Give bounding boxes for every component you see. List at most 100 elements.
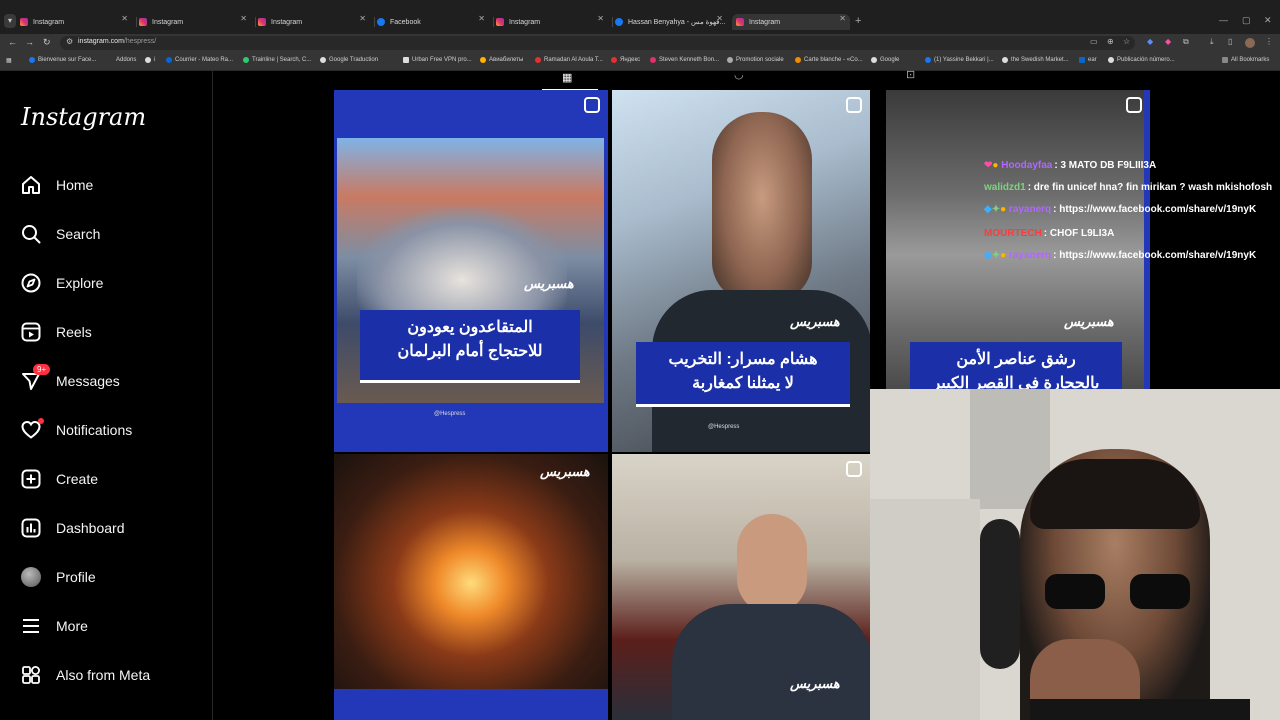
tab-title: Instagram: [152, 18, 184, 26]
bookmark-item[interactable]: Courrier - Mateo Ra...: [166, 57, 233, 63]
close-tab-icon[interactable]: ✕: [121, 14, 128, 23]
reel-icon: [584, 97, 600, 113]
bookmark-item[interactable]: Steven Kenneth Bon...: [650, 57, 719, 63]
bookmark-item[interactable]: the Swedish Market...: [1002, 57, 1069, 63]
nav-dashboard[interactable]: Dashboard: [20, 516, 125, 540]
post-tile[interactable]: هسبريس رشق عناصر الأمن بالحجارة في القصر…: [886, 90, 1150, 390]
tab-reels-icon[interactable]: ◡: [734, 68, 744, 81]
heart-icon: [20, 418, 44, 441]
minimize-icon[interactable]: —: [1219, 15, 1228, 25]
browser-tab[interactable]: Instagram ✕: [258, 14, 370, 30]
nav-home[interactable]: Home: [20, 173, 93, 197]
avatar[interactable]: [1245, 38, 1255, 48]
tab-posts[interactable]: ▦: [542, 71, 598, 90]
bookmark-item[interactable]: (1) Yassine Bekkari |...: [925, 57, 994, 63]
browser-tab[interactable]: Hassan Benyahya - قهوة مس... ✕: [615, 14, 727, 30]
nav-create[interactable]: Create: [20, 467, 98, 491]
facebook-icon: [377, 18, 385, 26]
nav-search[interactable]: Search: [20, 222, 100, 246]
nav-profile[interactable]: Profile: [20, 565, 96, 589]
nav-reels[interactable]: Reels: [20, 320, 92, 344]
tab-tagged-icon[interactable]: ⊡: [906, 68, 915, 81]
browser-tab[interactable]: Instagram ✕: [496, 14, 608, 30]
post-tile[interactable]: هسبريس المتقاعدون يعودون للاحتجاج أمام ا…: [334, 90, 608, 452]
hespress-watermark: هسبريس: [524, 276, 574, 291]
forward-icon[interactable]: →: [25, 37, 34, 47]
post-handle: @Hespress: [708, 424, 740, 430]
bookmark-item[interactable]: Urban Free VPN pro...: [403, 57, 472, 63]
url-text[interactable]: instagram.com/hespress/: [78, 38, 156, 45]
instagram-icon: [20, 18, 28, 26]
side-panel-icon[interactable]: ▯: [1228, 37, 1232, 46]
browser-tab-active[interactable]: Instagram ✕: [732, 14, 850, 30]
post-tile[interactable]: هسبريس هشام مسرار: التخريب لا يمثلنا كمغ…: [612, 90, 870, 452]
close-tab-icon[interactable]: ✕: [359, 14, 366, 23]
back-icon[interactable]: ←: [8, 37, 17, 47]
download-icon[interactable]: ⤓: [1210, 37, 1214, 47]
reel-icon: [846, 97, 862, 113]
messages-badge: 9+: [33, 364, 51, 375]
chat-message: ◆✦● rayanerq: https://www.facebook.com/s…: [984, 250, 1257, 261]
zoom-icon[interactable]: ⊕: [1107, 37, 1114, 46]
tab-title: Instagram: [33, 18, 65, 26]
close-tab-icon[interactable]: ✕: [240, 14, 247, 23]
maximize-icon[interactable]: ▢: [1242, 15, 1251, 26]
messages-icon: 9+: [20, 364, 51, 392]
post-caption: هشام مسرار: التخريب لا يمثلنا كمغاربة: [636, 342, 850, 404]
nav-messages[interactable]: 9+ Messages: [20, 364, 120, 393]
instagram-icon: [258, 18, 266, 26]
bookmark-item[interactable]: Яндекс: [611, 57, 640, 63]
tab-search-button[interactable]: ▾: [4, 14, 16, 28]
instagram-logo[interactable]: Instagram: [21, 103, 146, 131]
close-tab-icon[interactable]: ✕: [478, 14, 485, 23]
bookmark-item[interactable]: i: [145, 57, 155, 63]
notification-dot: [38, 418, 44, 424]
browser-tab[interactable]: Facebook ✕: [377, 14, 489, 30]
tab-title: Facebook: [390, 18, 421, 26]
bookmark-item[interactable]: Trainline | Search, C...: [243, 57, 311, 63]
new-tab-button[interactable]: +: [855, 15, 861, 27]
bookmark-item[interactable]: Publicación número...: [1108, 57, 1175, 63]
bookmark-item[interactable]: Addons: [116, 57, 136, 63]
browser-tab[interactable]: Instagram ✕: [139, 14, 251, 30]
site-info-icon[interactable]: ⚙: [66, 37, 73, 46]
bookmark-item[interactable]: Авиабилеты: [480, 57, 523, 63]
extension-icon[interactable]: ◆: [1147, 37, 1153, 46]
post-tile[interactable]: هسبريس: [612, 454, 870, 720]
hespress-watermark: هسبريس: [540, 464, 590, 479]
nav-explore[interactable]: Explore: [20, 271, 103, 295]
close-tab-icon[interactable]: ✕: [839, 14, 846, 23]
bookmark-item[interactable]: Bienvenue sur Face...: [29, 57, 96, 63]
bookmark-item[interactable]: ear: [1079, 57, 1097, 63]
omnibox[interactable]: [60, 36, 1135, 50]
hespress-watermark: هسبريس: [790, 314, 840, 329]
tab-title: Instagram: [509, 18, 541, 26]
bookmark-item[interactable]: Google: [871, 57, 899, 63]
extensions-puzzle-icon[interactable]: ⧉: [1183, 37, 1189, 47]
post-handle: @Hespress: [434, 411, 466, 417]
browser-menu-icon[interactable]: ⋮: [1265, 37, 1273, 46]
cast-icon[interactable]: ▭: [1090, 37, 1098, 46]
apps-icon[interactable]: ▦: [6, 57, 12, 64]
bookmark-item[interactable]: Carte blanche - «Co...: [795, 57, 863, 63]
close-tab-icon[interactable]: ✕: [597, 14, 604, 23]
chat-message: ❤● Hoodayfaa: 3 MATO DB F9LIII3A: [984, 160, 1157, 171]
dashboard-icon: [20, 517, 42, 539]
reload-icon[interactable]: ↻: [43, 37, 51, 48]
post-tile[interactable]: هسبريس: [334, 454, 608, 720]
bookmark-item[interactable]: Promotion sociale: [727, 57, 784, 63]
bookmark-item[interactable]: Ramadan Al Aoula T...: [535, 57, 603, 63]
nav-also-from-meta[interactable]: Also from Meta: [20, 663, 150, 687]
close-tab-icon[interactable]: ✕: [716, 14, 723, 23]
browser-tab[interactable]: Instagram ✕: [20, 14, 132, 30]
reels-icon: [20, 321, 42, 343]
post-photo: [334, 454, 608, 689]
instagram-icon: [736, 18, 744, 26]
nav-more[interactable]: More: [20, 614, 88, 638]
bookmark-star-icon[interactable]: ☆: [1123, 37, 1130, 46]
bookmark-item[interactable]: Google Traduction: [320, 57, 378, 63]
extension-icon[interactable]: ◆: [1165, 37, 1171, 46]
nav-notifications[interactable]: Notifications: [20, 418, 132, 442]
close-window-icon[interactable]: ✕: [1264, 15, 1272, 26]
all-bookmarks[interactable]: All Bookmarks: [1222, 57, 1269, 63]
